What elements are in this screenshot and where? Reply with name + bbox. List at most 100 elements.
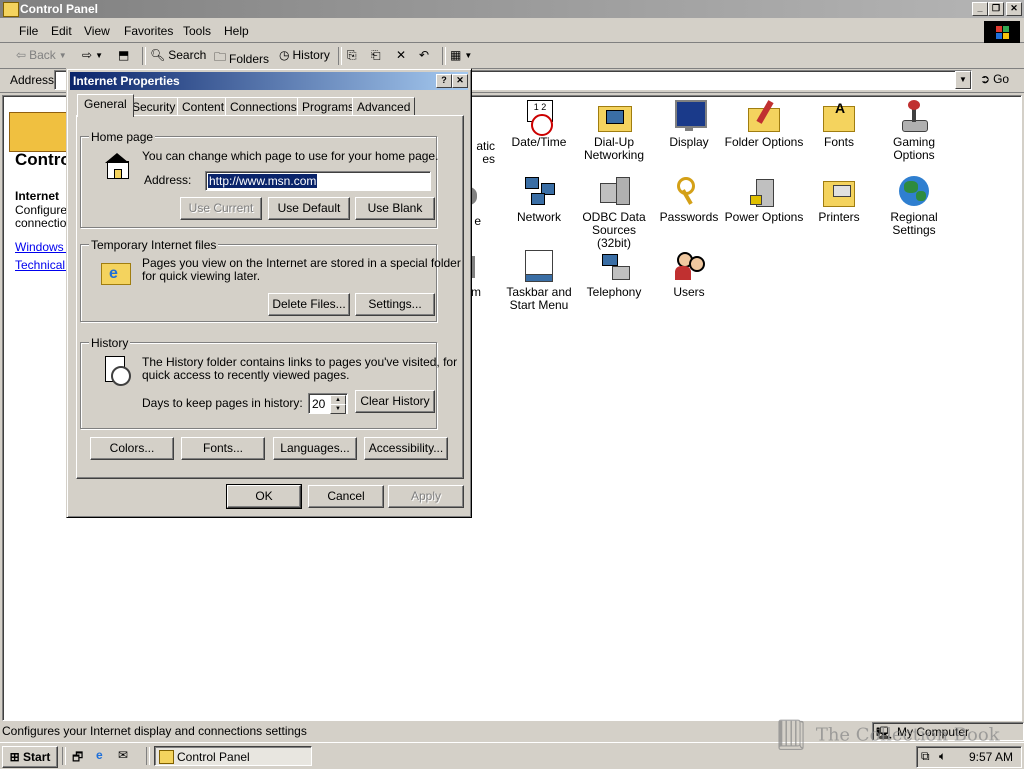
window-titlebar[interactable]: Control Panel _ ❐ ✕	[0, 0, 1024, 18]
keys-icon	[673, 175, 705, 207]
history-button[interactable]: ◷ History	[279, 48, 330, 62]
use-current-button[interactable]: Use Current	[180, 197, 262, 220]
settings-button[interactable]: Settings...	[355, 293, 435, 316]
control-panel-item-telephony[interactable]: Telephony	[574, 250, 654, 299]
panel-description-line1: Configures	[15, 203, 74, 217]
control-panel-item-dial-up[interactable]: Dial-Up Networking	[574, 100, 654, 162]
temporary-files-legend: Temporary Internet files	[89, 238, 219, 252]
control-panel-item-printers[interactable]: Printers	[799, 175, 879, 224]
fonts-button[interactable]: Fonts...	[181, 437, 265, 460]
control-panel-item-power-options[interactable]: Power Options	[724, 175, 804, 224]
restore-button[interactable]: ❐	[988, 2, 1004, 16]
tab-advanced[interactable]: Advanced	[352, 97, 416, 116]
folders-button[interactable]: 🗀 Folders	[214, 48, 269, 69]
outlook-express-icon[interactable]: ✉	[118, 748, 128, 762]
tab-connections[interactable]: Connections	[225, 97, 302, 116]
control-panel-item-fonts[interactable]: A Fonts	[799, 100, 879, 149]
panel-heading: Internet	[15, 189, 60, 203]
temp-folder-ie-icon: e	[101, 257, 131, 285]
printers-folder-icon	[823, 175, 855, 207]
taskbar-icon	[523, 250, 555, 282]
menu-edit[interactable]: Edit	[51, 24, 72, 38]
copy-to-button[interactable]: ⎗	[371, 48, 381, 63]
help-button[interactable]: ?	[436, 74, 452, 88]
menu-bar: File Edit View Favorites Tools Help	[0, 20, 1024, 43]
globe-icon	[898, 175, 930, 207]
menu-tools[interactable]: Tools	[183, 24, 211, 38]
menu-help[interactable]: Help	[224, 24, 249, 38]
delete-files-button[interactable]: Delete Files...	[268, 293, 350, 316]
use-blank-button[interactable]: Use Blank	[355, 197, 435, 220]
up-folder-button[interactable]: ⬒	[118, 48, 129, 62]
delete-x-icon: ✕	[396, 48, 407, 62]
control-panel-item-taskbar[interactable]: Taskbar and Start Menu	[499, 250, 579, 312]
panel-title: Contro	[15, 150, 71, 169]
days-label: Days to keep pages in history:	[142, 396, 303, 410]
control-panel-item-passwords[interactable]: Passwords	[649, 175, 729, 224]
tab-security[interactable]: Security	[127, 97, 181, 116]
control-panel-item-users[interactable]: Users	[649, 250, 729, 299]
undo-button[interactable]: ↶	[419, 48, 429, 62]
home-address-input[interactable]: http://www.msn.com	[205, 171, 431, 191]
days-spinner[interactable]: 20 ▲ ▼	[308, 393, 348, 414]
clear-history-button[interactable]: Clear History	[355, 390, 435, 413]
toolbar-separator	[142, 47, 146, 65]
control-panel-folder-icon	[9, 112, 67, 152]
close-button[interactable]: ✕	[1006, 2, 1022, 16]
cancel-button[interactable]: Cancel	[308, 485, 384, 508]
control-panel-item-folder-options[interactable]: Folder Options	[724, 100, 804, 149]
chevron-down-icon: ▼	[95, 50, 103, 60]
internet-explorer-icon[interactable]: e	[96, 748, 103, 762]
start-button[interactable]: ⊞ Start	[2, 746, 58, 768]
address-dropdown-button[interactable]: ▼	[955, 71, 971, 89]
move-to-button[interactable]: ⎘	[347, 48, 357, 63]
windows-logo-icon	[984, 21, 1020, 43]
control-panel-item-network[interactable]: Network	[499, 175, 579, 224]
taskbar-button-control-panel[interactable]: Control Panel	[154, 746, 312, 766]
up-folder-icon: ⬒	[118, 48, 130, 62]
apply-button[interactable]: Apply	[388, 485, 464, 508]
history-icon: ◷	[279, 48, 290, 62]
control-panel-item-date-time[interactable]: 1 2 Date/Time	[499, 100, 579, 149]
network-icon	[523, 175, 555, 207]
dialog-title: Internet Properties	[73, 74, 180, 88]
tab-general[interactable]: General	[77, 94, 134, 117]
use-default-button[interactable]: Use Default	[268, 197, 350, 220]
delete-button[interactable]: ✕	[396, 48, 406, 62]
home-page-description: You can change which page to use for you…	[142, 149, 439, 163]
menu-view[interactable]: View	[84, 24, 110, 38]
forward-button[interactable]: ⇨ ▼	[82, 48, 103, 62]
languages-button[interactable]: Languages...	[273, 437, 357, 460]
show-desktop-icon[interactable]: 🗗	[72, 748, 83, 769]
colors-button[interactable]: Colors...	[90, 437, 174, 460]
address-label: Address:	[144, 173, 192, 187]
accessibility-button[interactable]: Accessibility...	[364, 437, 448, 460]
control-panel-item-regional-settings[interactable]: Regional Settings	[874, 175, 954, 237]
menu-file[interactable]: File	[19, 24, 38, 38]
search-button[interactable]: 🔍︎ Search	[150, 48, 206, 62]
ok-button[interactable]: OK	[226, 484, 302, 509]
views-button[interactable]: ▦ ▼	[450, 48, 472, 62]
spin-down-icon[interactable]: ▼	[330, 404, 346, 414]
panel-description-line2: connection	[15, 216, 74, 230]
folders-icon: 🗀	[214, 50, 227, 64]
taskbar-separator	[62, 747, 66, 765]
minimize-button[interactable]: _	[972, 2, 988, 16]
history-legend: History	[89, 336, 131, 350]
book-logo-icon: 📕︎	[772, 718, 811, 753]
control-panel-item-display[interactable]: Display	[649, 100, 729, 149]
dialog-close-button[interactable]: ✕	[452, 74, 468, 88]
dialup-folder-icon	[598, 100, 632, 132]
tab-programs[interactable]: Programs	[297, 97, 360, 116]
control-panel-item-gaming-options[interactable]: Gaming Options	[874, 100, 954, 162]
calendar-clock-icon: 1 2	[523, 100, 555, 136]
back-button[interactable]: ⇦ Back ▼	[16, 48, 67, 62]
power-icon	[748, 175, 780, 207]
go-button[interactable]: ➲ Go	[980, 72, 1009, 86]
dialog-titlebar[interactable]: Internet Properties ? ✕	[70, 72, 468, 90]
history-description-line2: quick access to recently viewed pages.	[142, 368, 350, 382]
menu-favorites[interactable]: Favorites	[124, 24, 173, 38]
tab-content[interactable]: Content	[177, 97, 230, 116]
home-page-icon	[103, 151, 131, 179]
control-panel-item-odbc[interactable]: ODBC Data Sources (32bit)	[574, 175, 654, 250]
